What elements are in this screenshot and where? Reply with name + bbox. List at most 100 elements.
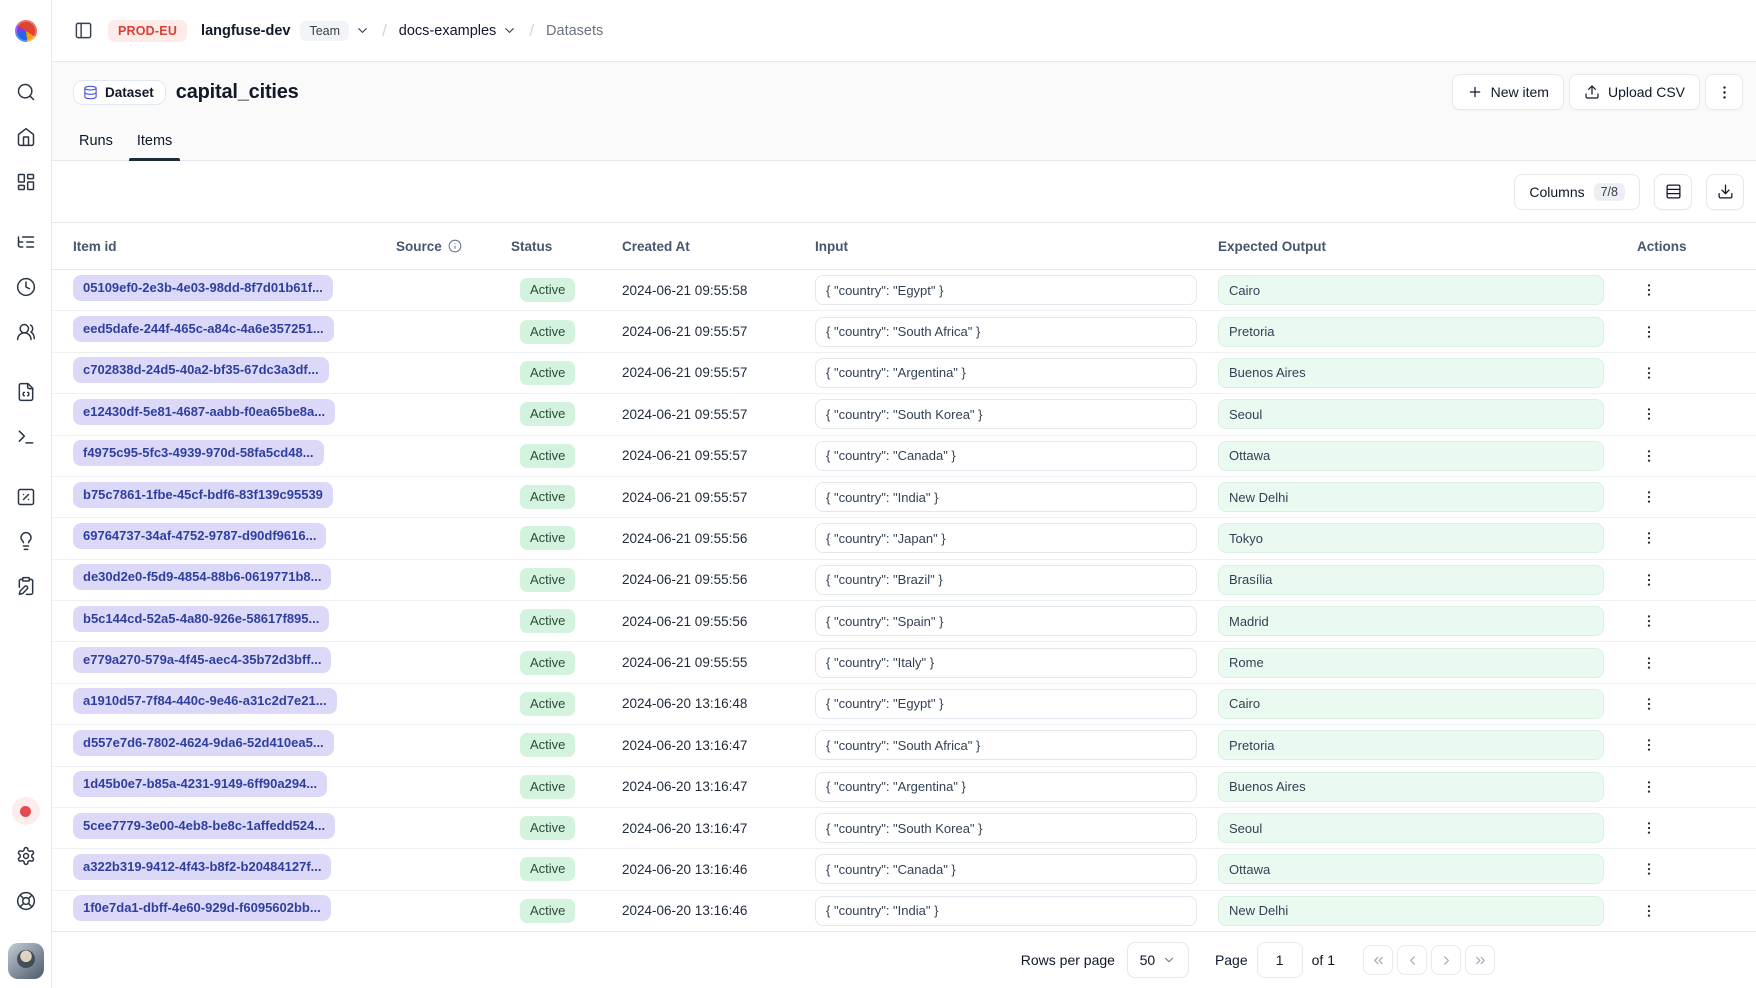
input-cell[interactable]: { "country": "Japan" } (815, 523, 1197, 553)
sidebar-item-annotation[interactable] (9, 569, 43, 603)
input-cell[interactable]: { "country": "South Korea" } (815, 399, 1197, 429)
expected-output-cell[interactable]: Buenos Aires (1218, 358, 1604, 388)
tab-items[interactable]: Items (135, 124, 174, 161)
item-id-pill[interactable]: eed5dafe-244f-465c-a84c-4a6e357251... (73, 316, 334, 342)
sidebar-item-playground[interactable] (9, 420, 43, 454)
item-id-pill[interactable]: a1910d57-7f84-440c-9e46-a31c2d7e21... (73, 688, 337, 714)
item-id-pill[interactable]: 69764737-34af-4752-9787-d90df9616... (73, 523, 326, 549)
row-height-button[interactable] (1654, 174, 1692, 210)
org-chevron-down-icon[interactable] (355, 23, 370, 38)
item-id-pill[interactable]: f4975c95-5fc3-4939-970d-58fa5cd48... (73, 440, 324, 466)
expected-output-cell[interactable]: Seoul (1218, 399, 1604, 429)
row-actions-button[interactable] (1635, 773, 1663, 801)
input-cell[interactable]: { "country": "South Africa" } (815, 730, 1197, 760)
expected-output-cell[interactable]: Buenos Aires (1218, 772, 1604, 802)
input-cell[interactable]: { "country": "India" } (815, 896, 1197, 926)
input-cell[interactable]: { "country": "Canada" } (815, 441, 1197, 471)
item-id-pill[interactable]: a322b319-9412-4f43-b8f2-b20484127f... (73, 854, 331, 880)
previous-page-button[interactable] (1397, 945, 1427, 975)
more-actions-button[interactable] (1705, 74, 1743, 110)
item-id-pill[interactable]: 1d45b0e7-b85a-4231-9149-6ff90a294... (73, 771, 327, 797)
rows-per-page-select[interactable]: 50 (1127, 942, 1189, 978)
expected-output-cell[interactable]: Tokyo (1218, 523, 1604, 553)
pagination-footer: Rows per page 50 Page of 1 (52, 931, 1756, 988)
sidebar-item-datasets[interactable] (9, 614, 43, 648)
sidebar-item-insights[interactable] (9, 524, 43, 558)
input-cell[interactable]: { "country": "Canada" } (815, 854, 1197, 884)
item-id-pill[interactable]: e12430df-5e81-4687-aabb-f0ea65be8a... (73, 399, 335, 425)
row-actions-button[interactable] (1635, 897, 1663, 925)
info-icon[interactable] (448, 239, 462, 253)
expected-output-cell[interactable]: Pretoria (1218, 730, 1604, 760)
input-cell[interactable]: { "country": "Egypt" } (815, 689, 1197, 719)
item-id-pill[interactable]: d557e7d6-7802-4624-9da6-52d410ea5... (73, 730, 334, 756)
item-id-pill[interactable]: c702838d-24d5-40a2-bf35-67dc3a3df... (73, 357, 329, 383)
input-cell[interactable]: { "country": "India" } (815, 482, 1197, 512)
input-cell[interactable]: { "country": "Argentina" } (815, 772, 1197, 802)
sidebar-item-sessions[interactable] (9, 270, 43, 304)
row-actions-button[interactable] (1635, 855, 1663, 883)
sidebar-item-prompts[interactable] (9, 375, 43, 409)
expected-output-cell[interactable]: Ottawa (1218, 441, 1604, 471)
expected-output-cell[interactable]: New Delhi (1218, 482, 1604, 512)
row-actions-button[interactable] (1635, 814, 1663, 842)
sidebar-item-users[interactable] (9, 315, 43, 349)
expected-output-cell[interactable]: Ottawa (1218, 854, 1604, 884)
sidebar-item-dashboard[interactable] (9, 165, 43, 199)
expected-output-cell[interactable]: Seoul (1218, 813, 1604, 843)
row-actions-button[interactable] (1635, 359, 1663, 387)
input-cell[interactable]: { "country": "South Korea" } (815, 813, 1197, 843)
export-button[interactable] (1706, 174, 1744, 210)
columns-button[interactable]: Columns 7/8 (1514, 174, 1640, 210)
item-id-pill[interactable]: e779a270-579a-4f45-aec4-35b72d3bff... (73, 647, 331, 673)
project-chevron-down-icon[interactable] (502, 23, 517, 38)
upload-csv-button[interactable]: Upload CSV (1569, 74, 1700, 110)
row-actions-button[interactable] (1635, 276, 1663, 304)
new-item-button[interactable]: New item (1452, 74, 1564, 110)
item-id-pill[interactable]: 5cee7779-3e00-4eb8-be8c-1affedd524... (73, 813, 335, 839)
expected-output-cell[interactable]: Brasília (1218, 565, 1604, 595)
input-cell[interactable]: { "country": "Brazil" } (815, 565, 1197, 595)
sidebar-item-settings[interactable] (9, 839, 43, 873)
expected-output-cell[interactable]: Cairo (1218, 275, 1604, 305)
row-actions-button[interactable] (1635, 566, 1663, 594)
row-actions-button[interactable] (1635, 607, 1663, 635)
expected-output-cell[interactable]: Madrid (1218, 606, 1604, 636)
next-page-button[interactable] (1431, 945, 1461, 975)
organization-name[interactable]: langfuse-dev (201, 23, 290, 39)
input-cell[interactable]: { "country": "Egypt" } (815, 275, 1197, 305)
sidebar-item-home[interactable] (9, 120, 43, 154)
row-actions-button[interactable] (1635, 442, 1663, 470)
row-actions-button[interactable] (1635, 649, 1663, 677)
item-id-pill[interactable]: 05109ef0-2e3b-4e03-98dd-8f7d01b61f... (73, 275, 333, 301)
sidebar-item-tracing[interactable] (9, 225, 43, 259)
row-actions-button[interactable] (1635, 483, 1663, 511)
expected-output-cell[interactable]: New Delhi (1218, 896, 1604, 926)
input-cell[interactable]: { "country": "South Africa" } (815, 317, 1197, 347)
sidebar-item-search[interactable] (9, 75, 43, 109)
input-cell[interactable]: { "country": "Spain" } (815, 606, 1197, 636)
item-id-pill[interactable]: de30d2e0-f5d9-4854-88b6-0619771b8... (73, 564, 331, 590)
sidebar-toggle-button[interactable] (68, 16, 98, 46)
expected-output-cell[interactable]: Cairo (1218, 689, 1604, 719)
row-actions-button[interactable] (1635, 400, 1663, 428)
input-cell[interactable]: { "country": "Italy" } (815, 648, 1197, 678)
row-actions-button[interactable] (1635, 690, 1663, 718)
row-actions-button[interactable] (1635, 731, 1663, 759)
sidebar-item-evaluation[interactable] (9, 480, 43, 514)
first-page-button[interactable] (1363, 945, 1393, 975)
user-avatar[interactable] (8, 943, 44, 979)
page-number-input[interactable] (1257, 942, 1303, 978)
tab-runs[interactable]: Runs (77, 124, 115, 161)
sidebar-item-support[interactable] (9, 884, 43, 918)
row-actions-button[interactable] (1635, 318, 1663, 346)
last-page-button[interactable] (1465, 945, 1495, 975)
item-id-pill[interactable]: b75c7861-1fbe-45cf-bdf6-83f139c95539 (73, 482, 333, 508)
expected-output-cell[interactable]: Pretoria (1218, 317, 1604, 347)
item-id-pill[interactable]: b5c144cd-52a5-4a80-926e-58617f895... (73, 606, 329, 632)
project-name[interactable]: docs-examples (399, 23, 497, 39)
input-cell[interactable]: { "country": "Argentina" } (815, 358, 1197, 388)
expected-output-cell[interactable]: Rome (1218, 648, 1604, 678)
row-actions-button[interactable] (1635, 524, 1663, 552)
item-id-pill[interactable]: 1f0e7da1-dbff-4e60-929d-f6095602bb... (73, 895, 331, 921)
